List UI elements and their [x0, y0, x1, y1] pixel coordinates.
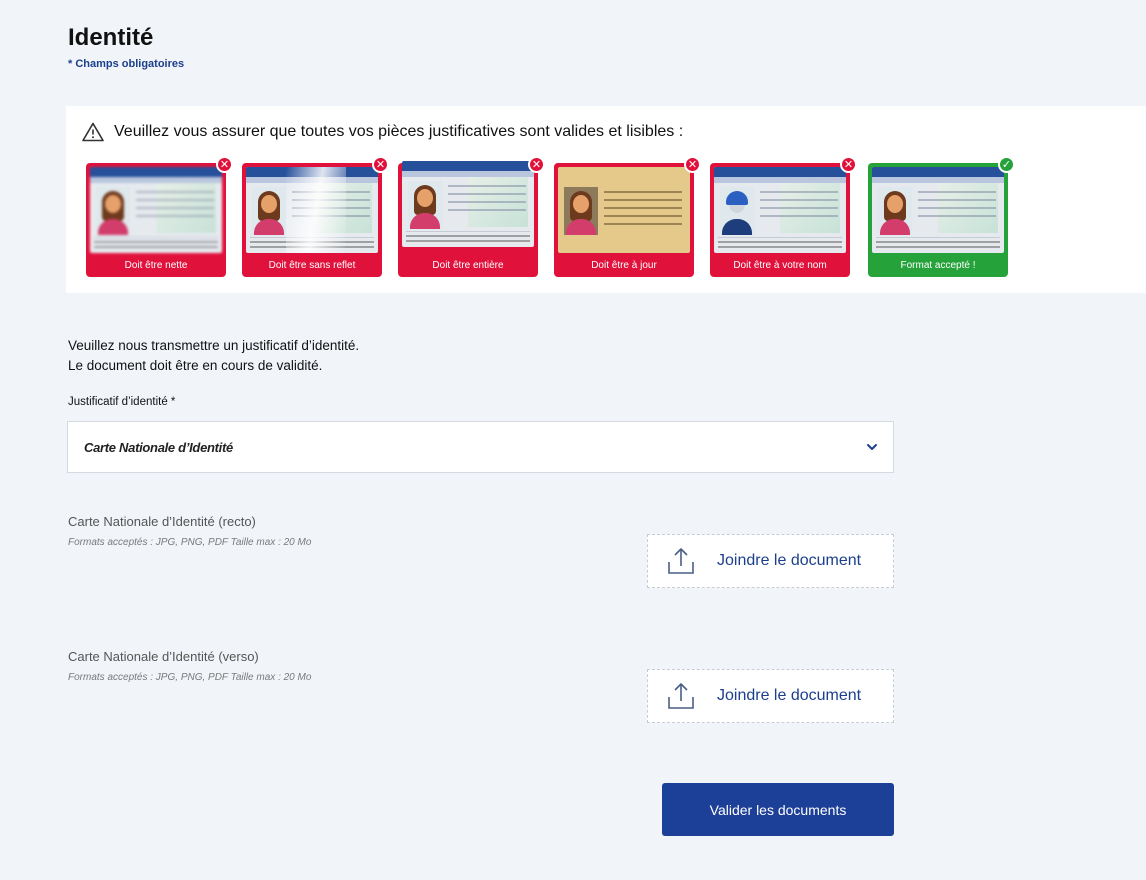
example-card-outdated: Doit être à jour ✕: [554, 156, 701, 277]
required-fields-note: * Champs obligatoires: [68, 58, 185, 70]
id-card-image: [872, 167, 1004, 253]
id-type-select[interactable]: Carte Nationale d’Identité: [67, 421, 894, 473]
validate-documents-button[interactable]: Valider les documents: [662, 783, 894, 836]
id-card-image: [402, 161, 534, 247]
intro-line-2: Le document doit être en cours de validi…: [68, 358, 323, 373]
example-card-cropped: Doit être entière ✕: [398, 156, 545, 277]
warning-text: Veuillez vous assurer que toutes vos piè…: [114, 123, 684, 140]
card-label: Doit être à votre nom: [733, 260, 827, 271]
card-label: Doit être sans reflet: [268, 260, 356, 271]
cross-icon: ✕: [372, 156, 389, 173]
example-card-blurry: Doit être nette ✕: [86, 156, 233, 277]
card-label: Doit être entière: [432, 260, 504, 271]
recto-upload-button[interactable]: Joindre le document: [647, 534, 894, 588]
warning-header: Veuillez vous assurer que toutes vos piè…: [82, 122, 683, 142]
card-label: Format accepté !: [900, 260, 976, 271]
upload-icon: [668, 548, 694, 574]
recto-formats: Formats acceptés : JPG, PNG, PDF Taille …: [68, 537, 312, 548]
check-icon: ✓: [998, 156, 1015, 173]
card-label: Doit être nette: [124, 260, 188, 271]
intro-text: Veuillez nous transmettre un justificati…: [68, 336, 359, 376]
upload-icon: [668, 683, 694, 709]
cross-icon: ✕: [216, 156, 233, 173]
recto-title: Carte Nationale d’Identité (recto): [68, 514, 256, 529]
card-label: Doit être à jour: [591, 260, 657, 271]
warning-triangle-icon: [82, 122, 104, 142]
upload-label: Joindre le document: [717, 687, 862, 704]
example-card-accepted: Format accepté ! ✓: [868, 156, 1015, 277]
intro-line-1: Veuillez nous transmettre un justificati…: [68, 338, 360, 353]
id-card-image: [90, 167, 222, 253]
cross-icon: ✕: [528, 156, 545, 173]
example-card-glare: Doit être sans reflet ✕: [242, 156, 389, 277]
verso-formats: Formats acceptés : JPG, PNG, PDF Taille …: [68, 672, 312, 683]
id-card-image: [558, 167, 690, 253]
verso-title: Carte Nationale d’Identité (verso): [68, 649, 259, 664]
cross-icon: ✕: [840, 156, 857, 173]
upload-label: Joindre le document: [717, 552, 862, 569]
id-card-image: [246, 167, 378, 253]
id-type-label: Justificatif d’identité *: [68, 396, 176, 408]
page-title: Identité: [68, 24, 154, 51]
verso-upload-button[interactable]: Joindre le document: [647, 669, 894, 723]
example-card-wrong-name: Doit être à votre nom ✕: [710, 156, 857, 277]
id-type-selected-value: Carte Nationale d’Identité: [84, 439, 233, 455]
document-quality-panel: Veuillez vous assurer que toutes vos piè…: [66, 106, 1146, 293]
cross-icon: ✕: [684, 156, 701, 173]
chevron-down-icon: [867, 444, 877, 450]
id-card-image: [714, 167, 846, 253]
